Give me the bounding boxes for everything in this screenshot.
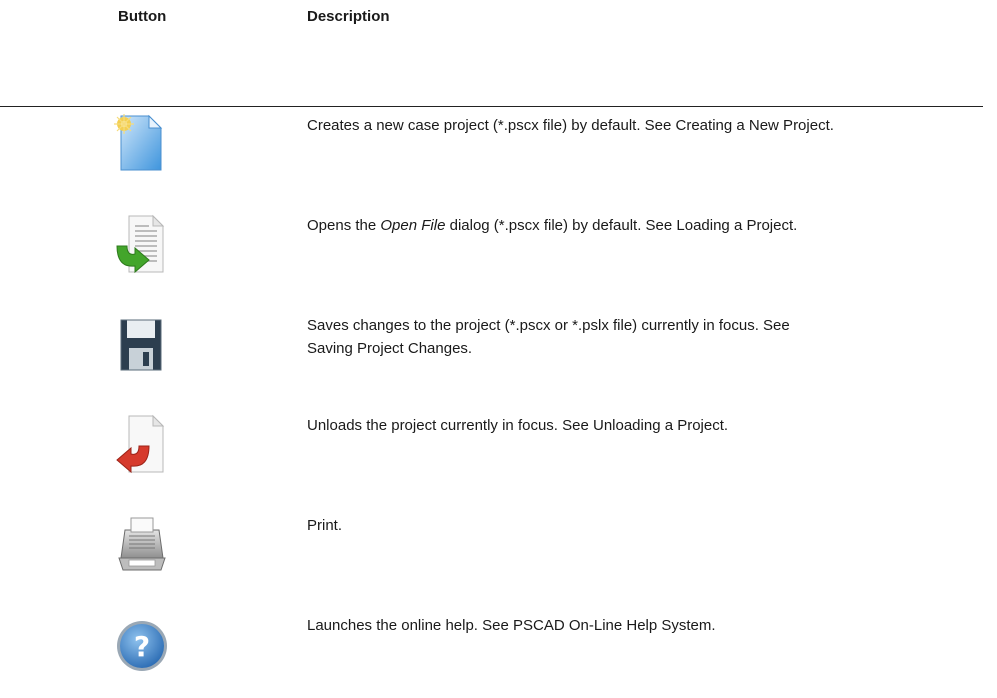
column-header-button: Button (118, 8, 167, 25)
save-icon[interactable] (103, 312, 181, 376)
description-text: Opens the Open File dialog (*.pscx file)… (307, 217, 798, 234)
description-text: Print. (307, 517, 343, 534)
new-project-icon[interactable] (103, 112, 181, 176)
description-text: Unloads the project currently in focus. … (307, 417, 729, 434)
help-icon[interactable]: ? (103, 612, 181, 676)
description-text: Saves changes to the project (*.pscx or … (307, 317, 790, 357)
printer-icon[interactable] (103, 512, 181, 576)
description-text: Launches the online help. See PSCAD On-L… (307, 617, 716, 634)
column-header-description: Description (307, 8, 390, 25)
header-divider (0, 106, 983, 107)
dialog-name: Open File (380, 217, 446, 234)
svg-text:?: ? (134, 630, 150, 663)
description-text: Creates a new case project (*.pscx file)… (307, 117, 834, 134)
open-file-icon[interactable] (103, 212, 181, 276)
unload-project-icon[interactable] (103, 412, 181, 476)
